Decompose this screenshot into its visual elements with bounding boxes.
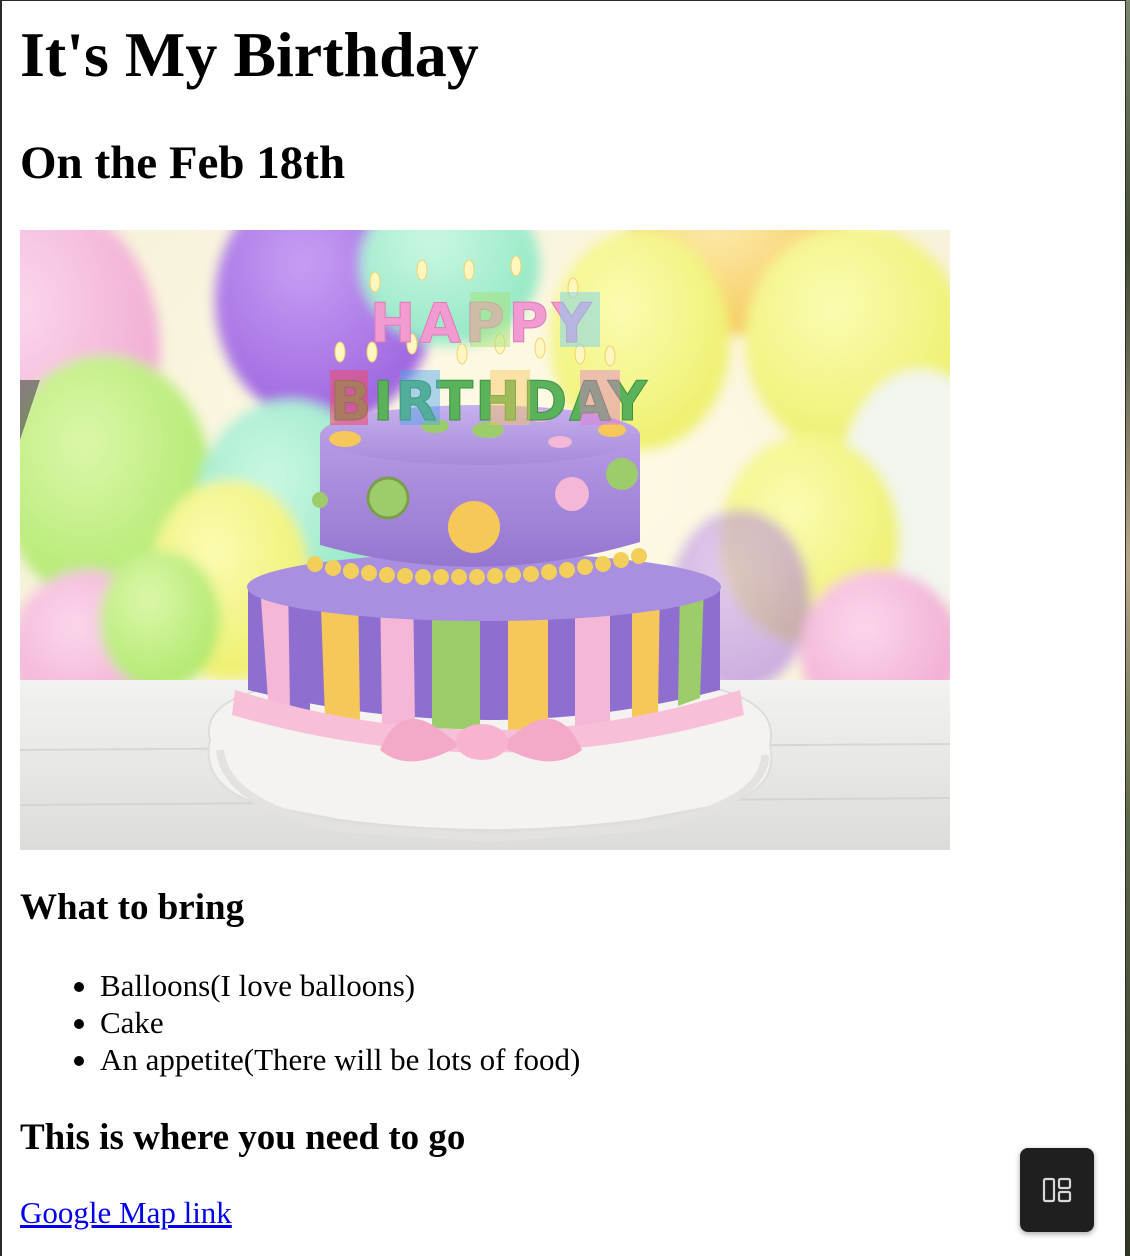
location-heading: This is where you need to go xyxy=(20,1117,466,1158)
page-subtitle: On the Feb 18th xyxy=(20,137,346,189)
list-item: An appetite(There will be lots of food) xyxy=(20,1041,580,1078)
list-item-label: An appetite(There will be lots of food) xyxy=(100,1042,581,1077)
layout-panels-icon xyxy=(1042,1177,1072,1203)
list-item: Cake xyxy=(20,1004,580,1041)
browser-page: It's My Birthday On the Feb 18th BIRTHDA… xyxy=(0,0,1126,1256)
desktop-background-edge xyxy=(1126,0,1130,1256)
birthday-cake-image: HAPPY BIRTHDAY xyxy=(20,230,950,850)
bullet-icon xyxy=(74,982,84,992)
what-to-bring-heading: What to bring xyxy=(20,887,245,928)
bullet-icon xyxy=(74,1019,84,1029)
list-item-label: Balloons(I love balloons) xyxy=(100,968,416,1003)
google-map-link[interactable]: Google Map link xyxy=(20,1194,232,1231)
layout-panels-button[interactable] xyxy=(1020,1148,1094,1232)
list-item: Balloons(I love balloons) xyxy=(20,967,580,1004)
page-title: It's My Birthday xyxy=(20,19,479,90)
bring-list: Balloons(I love balloons) Cake An appeti… xyxy=(20,967,580,1078)
bullet-icon xyxy=(74,1056,84,1066)
list-item-label: Cake xyxy=(100,1005,164,1040)
